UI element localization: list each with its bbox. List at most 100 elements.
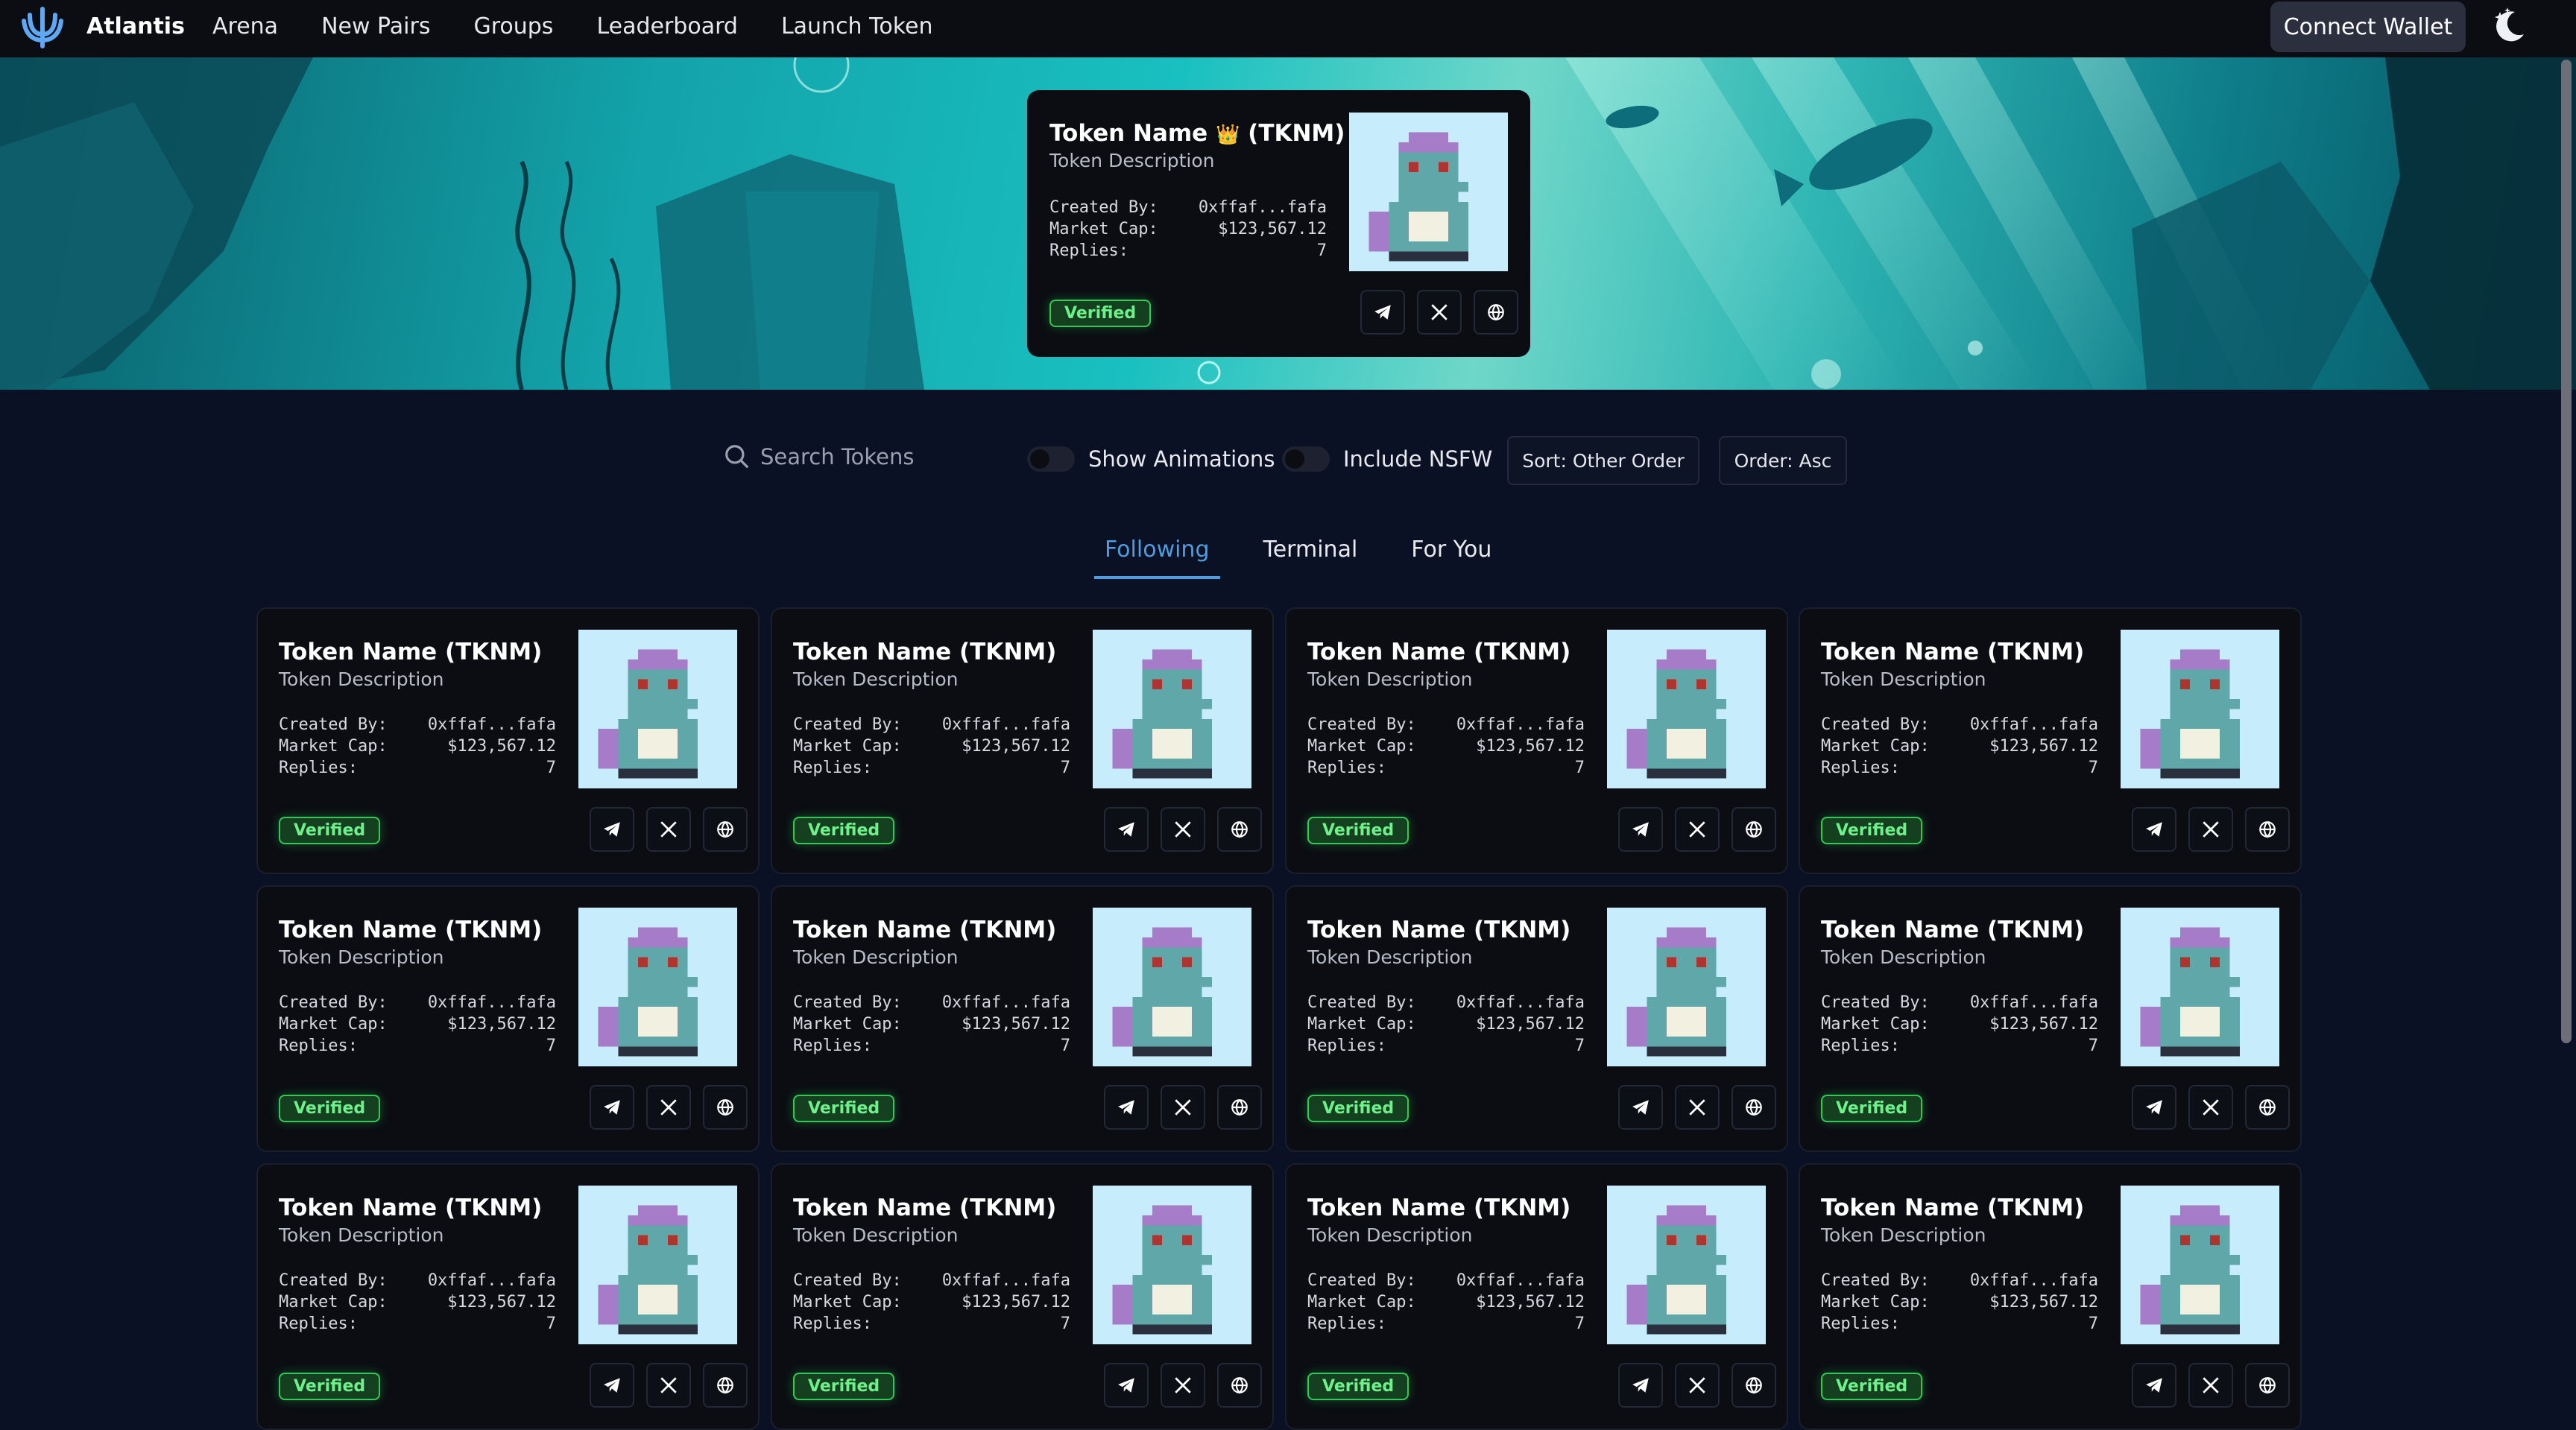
telegram-button[interactable] <box>590 1363 634 1408</box>
x-button[interactable] <box>1675 1085 1720 1130</box>
x-button[interactable] <box>1675 807 1720 852</box>
search-input[interactable]: Search Tokens <box>760 444 914 469</box>
nav-link-launch-token[interactable]: Launch Token <box>781 13 933 39</box>
sort-dropdown[interactable]: Sort: Other Order <box>1507 436 1699 485</box>
replies-value: 7 <box>1060 1314 1070 1333</box>
tab-for-you[interactable]: For You <box>1401 537 1502 579</box>
token-card[interactable]: Token Name (TKNM) Token Description Create… <box>256 607 760 874</box>
top-nav: Atlantis Arena New Pairs Groups Leaderbo… <box>0 0 2576 57</box>
replies-value: 7 <box>2088 1037 2098 1055</box>
token-card[interactable]: Token Name (TKNM) Token Description Create… <box>1799 885 2302 1152</box>
website-button[interactable] <box>1217 1363 1262 1408</box>
brand-name[interactable]: Atlantis <box>86 13 185 39</box>
token-card[interactable]: Token Name (TKNM) Token Description Create… <box>1285 1163 1788 1430</box>
featured-token-card[interactable]: Token Name 👑 (TKNM) Token Description Cr… <box>1027 90 1530 357</box>
x-icon <box>1175 1099 1191 1116</box>
x-icon <box>1689 821 1705 838</box>
website-button[interactable] <box>2245 1085 2290 1130</box>
show-animations-label: Show Animations <box>1088 446 1275 472</box>
moon-stars-icon[interactable] <box>2490 4 2531 46</box>
x-button[interactable] <box>1161 807 1205 852</box>
telegram-icon <box>604 1378 620 1393</box>
token-card[interactable]: Token Name (TKNM) Token Description Create… <box>1285 607 1788 874</box>
created-by-value: 0xffaf...fafa <box>427 715 556 734</box>
website-button[interactable] <box>1731 1085 1776 1130</box>
x-button[interactable] <box>646 1363 691 1408</box>
x-icon <box>1431 304 1448 320</box>
featured-token-symbol: (TKNM) <box>1248 120 1345 147</box>
token-name: Token Name (TKNM) <box>793 917 1057 943</box>
connect-wallet-button[interactable]: Connect Wallet <box>2270 1 2466 52</box>
x-button[interactable] <box>646 807 691 852</box>
x-button[interactable] <box>1675 1363 1720 1408</box>
telegram-button[interactable] <box>2132 807 2176 852</box>
featured-token-name: Token Name <box>1049 120 1208 147</box>
market-cap-label: Market Cap: <box>1821 737 1930 756</box>
created-by-label: Created By: <box>793 1271 902 1290</box>
telegram-button[interactable] <box>1618 1363 1663 1408</box>
website-button[interactable] <box>1474 290 1518 335</box>
nav-link-leaderboard[interactable]: Leaderboard <box>596 13 738 39</box>
telegram-icon <box>2146 822 2162 837</box>
replies-value: 7 <box>2088 759 2098 777</box>
x-button[interactable] <box>2188 807 2233 852</box>
x-button[interactable] <box>2188 1363 2233 1408</box>
x-button[interactable] <box>2188 1085 2233 1130</box>
website-button[interactable] <box>703 807 748 852</box>
social-links <box>1618 1085 1776 1130</box>
token-name: Token Name (TKNM) <box>1821 1195 2085 1221</box>
show-animations-switch[interactable] <box>1027 446 1075 472</box>
x-button[interactable] <box>1161 1363 1205 1408</box>
include-nsfw-toggle[interactable]: Include NSFW <box>1282 446 1492 472</box>
x-button[interactable] <box>1161 1085 1205 1130</box>
globe-icon <box>717 1099 733 1116</box>
telegram-button[interactable] <box>2132 1085 2176 1130</box>
search-tokens[interactable]: Search Tokens <box>723 443 914 471</box>
website-button[interactable] <box>1217 807 1262 852</box>
token-card[interactable]: Token Name (TKNM) Token Description Create… <box>771 885 1274 1152</box>
telegram-button[interactable] <box>1360 290 1405 335</box>
trident-logo-icon[interactable] <box>19 4 66 51</box>
token-card[interactable]: Token Name (TKNM) Token Description Create… <box>1285 885 1788 1152</box>
tab-terminal[interactable]: Terminal <box>1253 537 1368 579</box>
x-icon <box>1689 1099 1705 1116</box>
nav-link-arena[interactable]: Arena <box>212 13 278 39</box>
telegram-button[interactable] <box>2132 1363 2176 1408</box>
show-animations-toggle[interactable]: Show Animations <box>1027 446 1275 472</box>
social-links <box>2132 1085 2290 1130</box>
website-button[interactable] <box>2245 807 2290 852</box>
website-button[interactable] <box>703 1363 748 1408</box>
social-links <box>1104 1363 1262 1408</box>
tab-following[interactable]: Following <box>1094 537 1220 579</box>
market-cap-label: Market Cap: <box>1821 1293 1930 1312</box>
token-card[interactable]: Token Name (TKNM) Token Description Create… <box>1799 1163 2302 1430</box>
x-button[interactable] <box>646 1085 691 1130</box>
website-button[interactable] <box>2245 1363 2290 1408</box>
telegram-button[interactable] <box>590 807 634 852</box>
telegram-button[interactable] <box>1618 1085 1663 1130</box>
token-name: Token Name (TKNM) <box>1821 639 2085 665</box>
x-button[interactable] <box>1417 290 1462 335</box>
include-nsfw-switch[interactable] <box>1282 446 1330 472</box>
social-links <box>1618 1363 1776 1408</box>
telegram-button[interactable] <box>1618 807 1663 852</box>
order-dropdown[interactable]: Order: Asc <box>1719 436 1847 485</box>
nav-link-groups[interactable]: Groups <box>473 13 553 39</box>
token-card[interactable]: Token Name (TKNM) Token Description Create… <box>1799 607 2302 874</box>
telegram-button[interactable] <box>1104 807 1149 852</box>
token-card[interactable]: Token Name (TKNM) Token Description Create… <box>256 1163 760 1430</box>
globe-icon <box>1231 1377 1248 1394</box>
website-button[interactable] <box>1217 1085 1262 1130</box>
token-card[interactable]: Token Name (TKNM) Token Description Create… <box>771 1163 1274 1430</box>
token-card[interactable]: Token Name (TKNM) Token Description Create… <box>771 607 1274 874</box>
token-description: Token Description <box>1307 946 1473 968</box>
nav-link-new-pairs[interactable]: New Pairs <box>321 13 430 39</box>
telegram-button[interactable] <box>590 1085 634 1130</box>
website-button[interactable] <box>1731 1363 1776 1408</box>
token-card[interactable]: Token Name (TKNM) Token Description Create… <box>256 885 760 1152</box>
telegram-button[interactable] <box>1104 1085 1149 1130</box>
website-button[interactable] <box>1731 807 1776 852</box>
scrollbar[interactable] <box>2561 60 2572 1043</box>
website-button[interactable] <box>703 1085 748 1130</box>
telegram-button[interactable] <box>1104 1363 1149 1408</box>
